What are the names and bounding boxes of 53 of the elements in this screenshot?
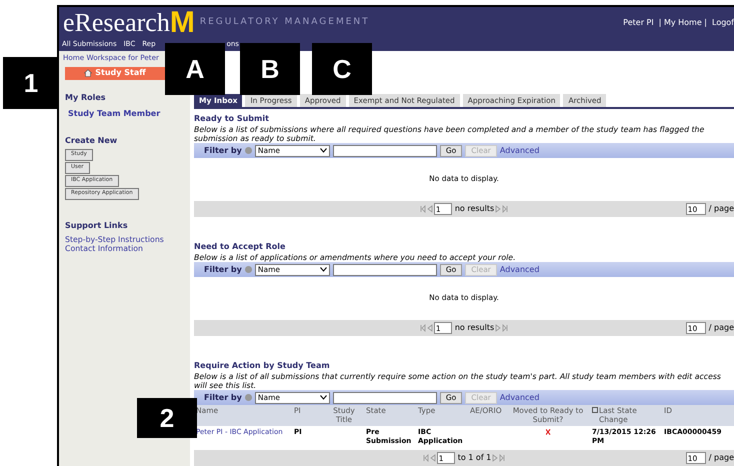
first-page-icon[interactable] xyxy=(422,454,429,462)
first-page-icon[interactable] xyxy=(420,205,426,213)
section-title: Need to Accept Role xyxy=(194,241,286,253)
next-page-icon[interactable] xyxy=(492,454,498,462)
filter-input[interactable] xyxy=(332,264,437,276)
advanced-link[interactable]: Advanced xyxy=(500,144,540,156)
help-icon[interactable] xyxy=(244,266,252,273)
sidebar-heading: Create New xyxy=(65,134,118,147)
help-icon[interactable] xyxy=(244,147,252,154)
header-link[interactable]: Logof xyxy=(712,17,734,29)
filter-input[interactable] xyxy=(332,144,437,156)
chevron-down-icon xyxy=(320,267,327,272)
header-subtitle: REGULATORY MANAGEMENT xyxy=(200,16,370,30)
callout-label: B xyxy=(240,43,300,95)
help-icon[interactable] xyxy=(244,394,252,401)
last-page-icon[interactable] xyxy=(502,324,508,332)
header-link[interactable]: Peter PI xyxy=(623,17,654,29)
callout-label: 1 xyxy=(3,57,59,109)
home-icon xyxy=(84,69,92,78)
header-link[interactable]: | My Home | xyxy=(658,17,707,29)
next-page-icon[interactable] xyxy=(495,324,502,332)
first-page-icon[interactable] xyxy=(420,324,426,332)
previous-page-icon[interactable] xyxy=(430,454,436,462)
filter-label: Filter by xyxy=(204,144,242,156)
chevron-down-icon xyxy=(320,395,327,400)
callout-label: 2 xyxy=(137,398,197,438)
sidebar-heading: Support Links xyxy=(65,220,129,232)
previous-page-icon[interactable] xyxy=(426,324,433,332)
page-size-label: / page xyxy=(708,203,734,215)
sidebar-heading: My Roles xyxy=(65,92,107,104)
chevron-down-icon xyxy=(320,148,327,153)
logo-mark: M xyxy=(170,8,195,38)
advanced-link[interactable]: Advanced xyxy=(500,264,540,276)
last-page-icon[interactable] xyxy=(499,454,506,462)
previous-page-icon[interactable] xyxy=(426,205,433,213)
callout-label: A xyxy=(165,43,225,95)
last-page-icon[interactable] xyxy=(502,205,508,213)
filter-label: Filter by xyxy=(204,392,242,404)
logo-text: eResearch xyxy=(63,10,170,36)
section-title: Require Action by Study Team xyxy=(194,360,331,372)
pager-status: no results xyxy=(454,203,494,215)
pager-status: to 1 of 1 xyxy=(458,452,492,464)
section-title: Ready to Submit xyxy=(194,113,270,125)
filter-input[interactable] xyxy=(332,392,437,404)
pager-status: no results xyxy=(454,322,494,334)
sort-icon[interactable] xyxy=(592,407,598,413)
page-size-label: / page xyxy=(708,322,734,334)
page-size-label: / page xyxy=(708,452,734,464)
next-page-icon[interactable] xyxy=(495,205,502,213)
advanced-link[interactable]: Advanced xyxy=(500,392,540,404)
callout-label: C xyxy=(312,43,372,95)
filter-label: Filter by xyxy=(204,264,242,276)
role-item: Study Team Member xyxy=(68,108,162,120)
